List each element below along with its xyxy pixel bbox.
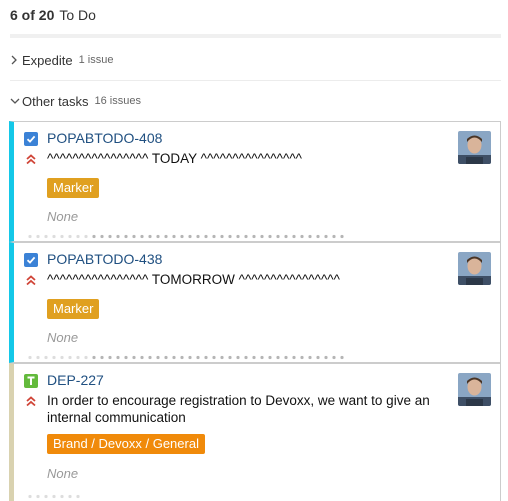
task-checkbox-icon (24, 132, 38, 146)
priority-highest-icon (24, 152, 38, 166)
column-issue-count: 6 of 20 (10, 7, 55, 23)
assignee-avatar[interactable] (458, 131, 491, 164)
header-divider (10, 34, 501, 38)
days-dots (28, 234, 88, 239)
issue-label[interactable]: Marker (47, 299, 100, 319)
column-name: To Do (59, 7, 96, 23)
swimlane-issue-count: 16 issues (94, 95, 141, 107)
days-dots (28, 494, 80, 499)
issue-key-link[interactable]: DEP-227 (47, 372, 104, 388)
field-value: None (47, 466, 79, 481)
issue-summary: In order to encourage registration to De… (47, 393, 430, 425)
story-icon (24, 374, 38, 388)
priority-highest-icon (24, 273, 38, 287)
column-header: 6 of 20 To Do (10, 5, 96, 25)
field-value: None (47, 209, 79, 224)
days-in-column-indicator (28, 355, 344, 360)
issue-card[interactable]: POPABTODO-438 ^^^^^^^^^^^^^^^^ TOMORROW … (9, 242, 501, 363)
field-value: None (47, 330, 79, 345)
assignee-avatar[interactable] (458, 252, 491, 285)
days-in-column-indicator (28, 494, 80, 499)
swimlane-issue-count: 1 issue (78, 54, 114, 66)
days-in-column-indicator (28, 234, 344, 239)
priority-highest-icon (24, 394, 38, 408)
chevron-right-icon[interactable] (10, 55, 22, 65)
issue-key-link[interactable]: POPABTODO-408 (47, 130, 162, 146)
issue-key-link[interactable]: POPABTODO-438 (47, 251, 162, 267)
issue-summary: ^^^^^^^^^^^^^^^^ TOMORROW ^^^^^^^^^^^^^^… (47, 272, 340, 287)
issue-card[interactable]: DEP-227 In order to encourage registrati… (9, 363, 501, 501)
swimlane-name: Other tasks (22, 93, 89, 109)
issue-label[interactable]: Marker (47, 178, 100, 198)
swimlane-divider (10, 80, 501, 81)
swimlane-name: Expedite (22, 52, 73, 68)
assignee-avatar[interactable] (458, 373, 491, 406)
swimlane-other-tasks[interactable]: Other tasks 16 issues (10, 86, 501, 116)
issue-label[interactable]: Brand / Devoxx / General (47, 434, 205, 454)
swimlane-expedite[interactable]: Expedite 1 issue (10, 45, 501, 75)
issue-summary: ^^^^^^^^^^^^^^^^ TODAY ^^^^^^^^^^^^^^^^ (47, 151, 302, 166)
chevron-down-icon[interactable] (10, 97, 22, 105)
task-checkbox-icon (24, 253, 38, 267)
issue-card[interactable]: POPABTODO-408 ^^^^^^^^^^^^^^^^ TODAY ^^^… (9, 121, 501, 242)
days-dots (28, 355, 88, 360)
